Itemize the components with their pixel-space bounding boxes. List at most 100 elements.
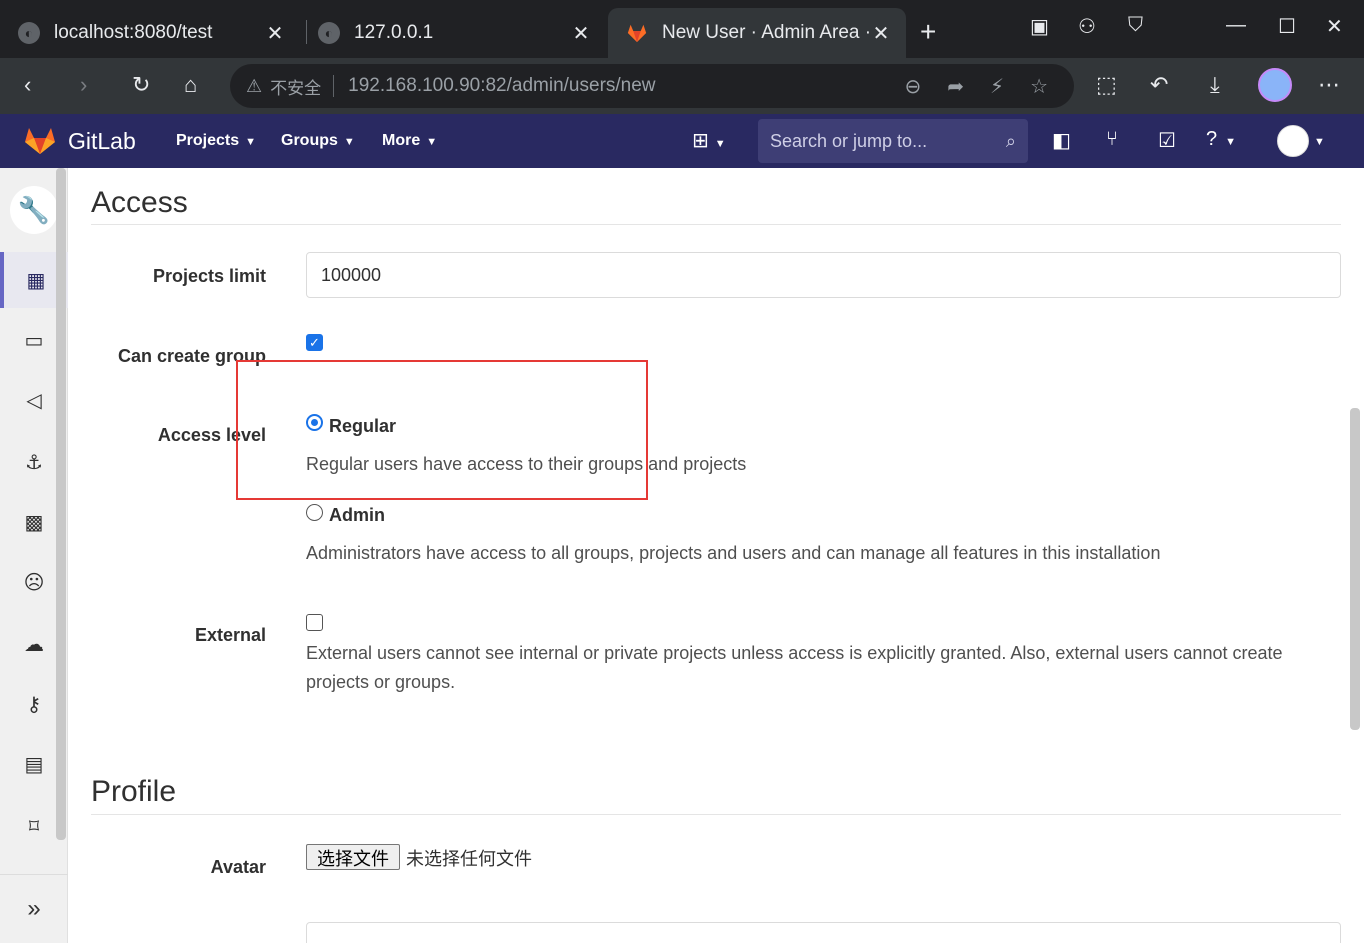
close-icon[interactable]: ✕ <box>264 21 286 46</box>
access-level-regular-radio[interactable] <box>306 414 323 431</box>
forward-icon[interactable]: › <box>80 72 87 98</box>
external-checkbox[interactable] <box>306 614 323 631</box>
access-level-label: Access level <box>157 425 266 445</box>
nav-projects[interactable]: Projects ▼ <box>176 132 256 150</box>
back-icon[interactable]: ‹ <box>24 72 31 98</box>
help-icon[interactable]: ? ▼ <box>1206 128 1236 151</box>
chevron-down-icon: ▼ <box>343 136 355 148</box>
hook-icon: ⚓ <box>25 451 43 474</box>
tab-counter-icon[interactable]: ▣ <box>1030 14 1049 39</box>
new-item-plus-icon[interactable]: ⊞ ▼ <box>692 128 726 153</box>
key-icon: ⚷ <box>26 693 42 716</box>
todo-icon[interactable]: ☑ <box>1158 128 1176 153</box>
access-level-admin-radio[interactable] <box>306 504 323 521</box>
avatar-label: Avatar <box>210 857 266 877</box>
external-label: External <box>194 625 266 645</box>
cloud-gear-icon: ☁ <box>24 633 44 656</box>
external-help-text: External users cannot see internal or pr… <box>306 643 1283 692</box>
gitlab-logo-icon[interactable] <box>24 125 56 155</box>
url-text[interactable]: 192.168.100.90:82/admin/users/new <box>348 75 904 97</box>
chevron-down-icon[interactable]: ▼ <box>1314 136 1325 148</box>
chevron-down-icon: ▼ <box>245 136 257 148</box>
undo-icon[interactable]: ↶ <box>1150 72 1168 98</box>
browser-toolbar: ‹ › ↻ ⌂ ⚠ 不安全 192.168.100.90:82/admin/us… <box>0 58 1364 114</box>
new-tab-button[interactable]: + <box>920 16 936 48</box>
search-box[interactable]: ⌕ <box>758 119 1028 163</box>
can-create-group-label: Can create group <box>117 346 266 366</box>
collapse-sidebar-button[interactable]: » <box>0 874 68 943</box>
browser-profile-avatar[interactable] <box>1258 68 1292 102</box>
admin-option-label[interactable]: Admin <box>329 505 385 526</box>
merge-request-icon[interactable]: ⑂ <box>1106 128 1118 151</box>
tab-title: localhost:8080/test <box>54 22 213 43</box>
section-divider <box>91 224 1341 225</box>
nav-more[interactable]: More ▼ <box>382 132 437 150</box>
admin-wrench-icon[interactable]: 🔧 <box>10 186 58 234</box>
globe-icon: ◐ <box>318 22 340 44</box>
browser-tab-127[interactable]: ◐ 127.0.0.1 ✕ <box>300 8 606 58</box>
search-icon[interactable]: ⌕ <box>1006 131 1016 152</box>
close-icon[interactable]: ✕ <box>570 21 592 46</box>
security-label: 不安全 <box>270 78 322 98</box>
menu-dots-icon[interactable]: ⋯ <box>1318 72 1340 98</box>
browser-tab-strip: ◐ localhost:8080/test ✕ ◐ 127.0.0.1 ✕ Ne… <box>0 0 1364 58</box>
can-create-group-checkbox[interactable]: ✓ <box>306 334 323 351</box>
window-close-button[interactable]: ✕ <box>1326 14 1343 39</box>
projects-limit-input[interactable] <box>306 252 1341 298</box>
nav-groups[interactable]: Groups ▼ <box>281 132 355 150</box>
choose-file-button[interactable]: 选择文件 <box>306 844 400 870</box>
regular-help-text: Regular users have access to their group… <box>306 454 747 474</box>
monitor-icon: ▭ <box>24 329 44 352</box>
sad-face-icon: ☹ <box>23 571 45 594</box>
skype-input[interactable] <box>306 922 1341 943</box>
nav-label: Projects <box>176 132 240 149</box>
admin-help-text: Administrators have access to all groups… <box>306 543 1161 563</box>
address-bar[interactable]: ⚠ 不安全 192.168.100.90:82/admin/users/new … <box>230 64 1074 108</box>
search-input[interactable] <box>770 130 1006 152</box>
access-section-title: Access <box>91 186 188 219</box>
gitlab-navbar: GitLab Projects▼ Groups▼ More▼ ⊞▼ ⌕ ◧ ⑂ … <box>0 114 1364 168</box>
zoom-icon[interactable]: ⊖ <box>904 74 921 99</box>
incognito-icon[interactable]: ⚇ <box>1078 14 1096 39</box>
reload-icon[interactable]: ↻ <box>132 72 150 98</box>
new-user-form: Access Projects limit Can create group ✓… <box>68 168 1364 943</box>
label-tag-icon: ⌑ <box>28 815 40 838</box>
minimize-button[interactable]: — <box>1226 14 1246 37</box>
megaphone-icon: ◁ <box>26 389 42 412</box>
gitlab-tab-icon <box>627 24 647 43</box>
nav-label: Groups <box>281 132 338 149</box>
lightning-icon[interactable]: ⚡ <box>990 74 1004 99</box>
user-avatar[interactable] <box>1277 125 1309 157</box>
browser-tab-localhost[interactable]: ◐ localhost:8080/test ✕ <box>0 8 300 58</box>
browser-tab-new-user[interactable]: New User · Admin Area · ✕ <box>608 8 906 58</box>
applications-icon: ▩ <box>24 511 44 534</box>
regular-option-label[interactable]: Regular <box>329 416 396 437</box>
double-chevron-right-icon: » <box>27 895 41 922</box>
gitlab-brand[interactable]: GitLab <box>68 128 136 155</box>
address-divider <box>333 75 335 97</box>
section-divider <box>91 814 1341 815</box>
template-icon: ▤ <box>24 753 44 776</box>
admin-sidebar: 🔧 ▦ ▭ ◁ ⚓ ▩ ☹ ☁ ⚷ ▤ ⌑ » <box>0 168 68 943</box>
sidebar-scrollbar[interactable] <box>56 168 66 840</box>
extensions-icon[interactable]: ⬚ <box>1096 72 1117 98</box>
page-scrollbar[interactable] <box>1350 408 1360 730</box>
issues-icon[interactable]: ◧ <box>1052 128 1071 153</box>
chevron-down-icon: ▼ <box>426 136 438 148</box>
no-file-chosen-text: 未选择任何文件 <box>406 849 532 870</box>
shirt-icon[interactable]: ⛉ <box>1128 14 1143 37</box>
maximize-button[interactable]: ☐ <box>1278 14 1296 39</box>
bookmark-star-icon[interactable]: ☆ <box>1030 74 1048 99</box>
projects-limit-label: Projects limit <box>152 266 266 286</box>
home-icon[interactable]: ⌂ <box>184 72 197 98</box>
warning-icon: ⚠ <box>246 75 263 96</box>
tab-title: New User · Admin Area · <box>662 22 870 43</box>
download-icon[interactable]: ⤓ <box>1210 72 1220 98</box>
profile-section-title: Profile <box>91 775 177 808</box>
tab-title: 127.0.0.1 <box>354 22 434 43</box>
share-icon[interactable]: ➦ <box>947 74 964 99</box>
globe-icon: ◐ <box>18 22 40 44</box>
nav-label: More <box>382 132 421 149</box>
dashboard-icon: ▦ <box>26 269 46 292</box>
close-icon[interactable]: ✕ <box>870 21 892 46</box>
